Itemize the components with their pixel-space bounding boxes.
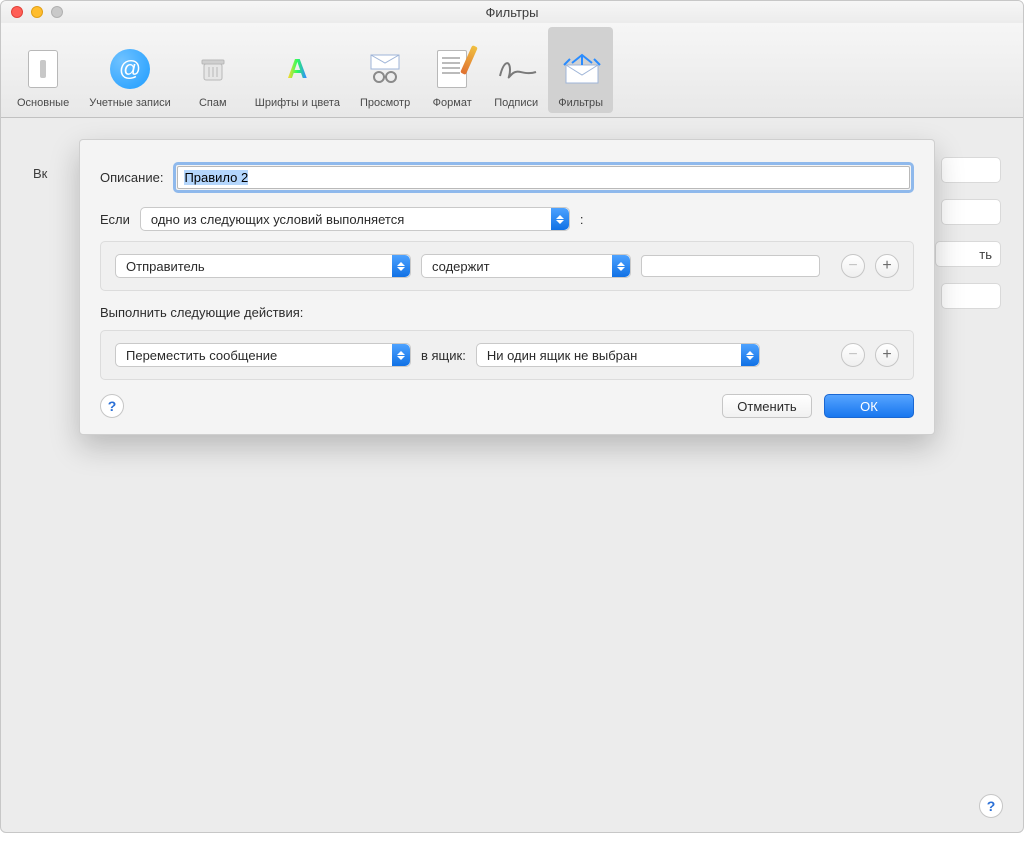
rules-side-buttons: ть: [935, 157, 1001, 309]
action-mailbox-popup[interactable]: Ни один ящик не выбран: [476, 343, 760, 367]
compose-icon: [437, 50, 467, 88]
tab-label: Спам: [199, 97, 227, 109]
preview-icon: [367, 51, 403, 87]
tab-label: Учетные записи: [89, 97, 171, 109]
condition-value-input[interactable]: [641, 255, 820, 277]
window-help-button[interactable]: ?: [979, 794, 1003, 818]
zoom-window-button: [51, 6, 63, 18]
rules-column-header: Вк: [33, 166, 47, 181]
chevron-updown-icon: [392, 344, 410, 366]
side-button[interactable]: [941, 157, 1001, 183]
side-button[interactable]: [941, 283, 1001, 309]
tab-label: Подписи: [494, 97, 538, 109]
tab-preview[interactable]: Просмотр: [350, 27, 420, 113]
colon: :: [580, 212, 584, 227]
chevron-updown-icon: [741, 344, 759, 366]
prefs-toolbar: Основные @ Учетные записи Спам A Шрифты …: [1, 23, 1023, 118]
tab-label: Шрифты и цвета: [255, 97, 340, 109]
tab-spam[interactable]: Спам: [181, 27, 245, 113]
description-label: Описание:: [100, 170, 163, 185]
fonts-icon: A: [279, 51, 315, 87]
preferences-window: Фильтры Основные @ Учетные записи Спам A…: [0, 0, 1024, 833]
match-scope-value: одно из следующих условий выполняется: [151, 212, 543, 227]
add-action-button[interactable]: +: [875, 343, 899, 367]
remove-condition-button[interactable]: −: [841, 254, 865, 278]
condition-field-popup[interactable]: Отправитель: [115, 254, 411, 278]
minimize-window-button[interactable]: [31, 6, 43, 18]
side-button[interactable]: [941, 199, 1001, 225]
tab-signatures[interactable]: Подписи: [484, 27, 548, 113]
chevron-updown-icon: [551, 208, 569, 230]
conditions-group: Отправитель содержит − +: [100, 241, 914, 291]
action-type-popup[interactable]: Переместить сообщение: [115, 343, 411, 367]
tab-label: Фильтры: [558, 97, 603, 109]
chevron-updown-icon: [612, 255, 630, 277]
window-controls: [11, 1, 63, 23]
tab-accounts[interactable]: @ Учетные записи: [79, 27, 181, 113]
side-button[interactable]: ть: [935, 241, 1001, 267]
description-field-focus-ring: Правило 2: [173, 162, 914, 193]
mailbox-label: в ящик:: [421, 348, 466, 363]
action-mailbox-value: Ни один ящик не выбран: [487, 348, 733, 363]
tab-filters[interactable]: Фильтры: [548, 27, 613, 113]
chevron-updown-icon: [392, 255, 410, 277]
description-input[interactable]: Правило 2: [177, 166, 910, 189]
condition-operator-popup[interactable]: содержит: [421, 254, 631, 278]
if-label: Если: [100, 212, 130, 227]
add-condition-button[interactable]: +: [875, 254, 899, 278]
condition-field-value: Отправитель: [126, 259, 384, 274]
cancel-button[interactable]: Отменить: [722, 394, 812, 418]
tab-label: Основные: [17, 97, 69, 109]
tab-general[interactable]: Основные: [7, 27, 79, 113]
tab-label: Просмотр: [360, 97, 410, 109]
ok-button[interactable]: ОК: [824, 394, 914, 418]
window-title: Фильтры: [485, 5, 538, 20]
rule-editor-sheet: Описание: Правило 2 Если одно из следующ…: [79, 139, 935, 435]
condition-operator-value: содержит: [432, 259, 604, 274]
match-scope-popup[interactable]: одно из следующих условий выполняется: [140, 207, 570, 231]
titlebar: Фильтры: [1, 1, 1023, 23]
remove-action-button[interactable]: −: [841, 343, 865, 367]
actions-label: Выполнить следующие действия:: [100, 305, 914, 320]
general-icon: [28, 50, 58, 88]
filters-icon: [560, 53, 602, 85]
tab-fonts-colors[interactable]: A Шрифты и цвета: [245, 27, 350, 113]
tab-label: Формат: [433, 97, 472, 109]
action-type-value: Переместить сообщение: [126, 348, 384, 363]
signature-icon: [496, 54, 536, 84]
actions-group: Переместить сообщение в ящик: Ни один ящ…: [100, 330, 914, 380]
close-window-button[interactable]: [11, 6, 23, 18]
at-icon: @: [110, 49, 150, 89]
help-button[interactable]: ?: [100, 394, 124, 418]
tab-format[interactable]: Формат: [420, 27, 484, 113]
trash-icon: [196, 52, 230, 86]
